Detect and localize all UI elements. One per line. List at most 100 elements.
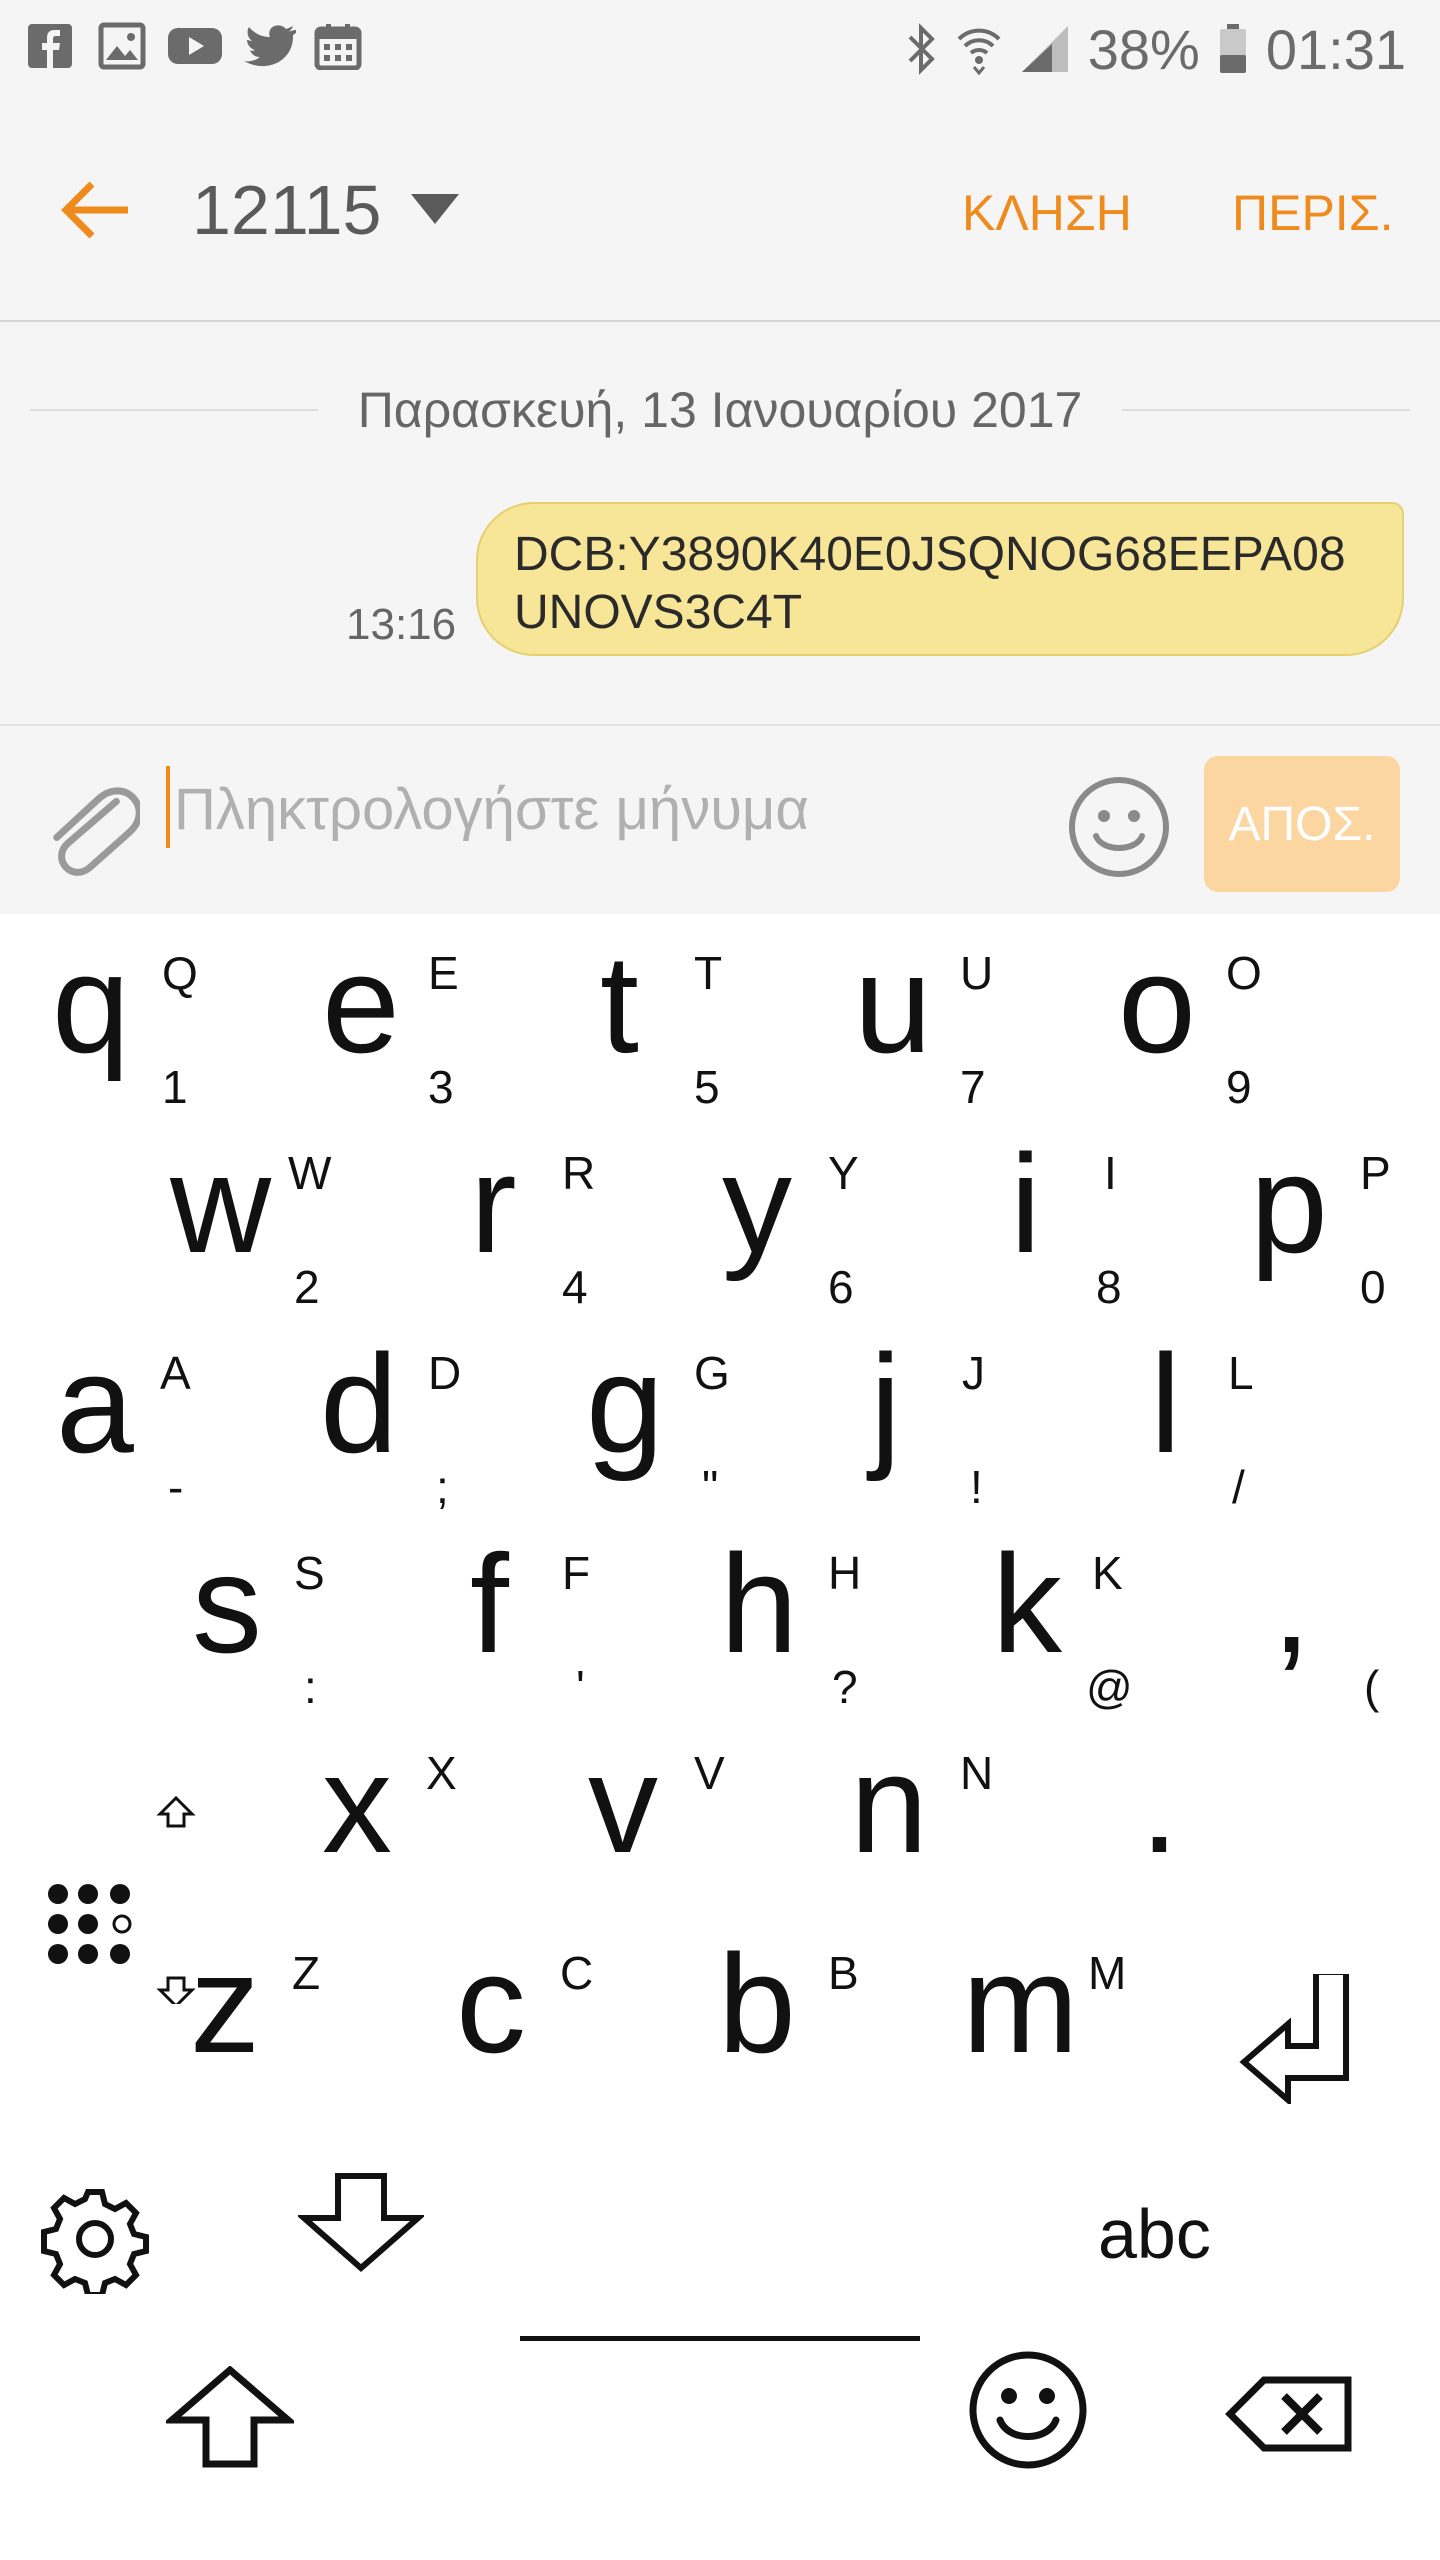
key-letter: p <box>1250 1125 1328 1282</box>
key-g[interactable]: g G " <box>586 1314 786 1511</box>
key-t[interactable]: t T 5 <box>600 914 800 1111</box>
emoji-icon[interactable] <box>1066 774 1172 880</box>
key-a[interactable]: aA - <box>56 1314 256 1511</box>
key-d[interactable]: d D; <box>320 1314 520 1511</box>
key-upper: N <box>960 1747 994 1799</box>
message-input[interactable] <box>172 768 1036 850</box>
key-z[interactable]: zZ <box>190 1914 390 2094</box>
key-j[interactable]: j J! <box>870 1314 1070 1511</box>
gallery-icon <box>98 22 146 70</box>
key-m[interactable]: mM <box>962 1914 1162 2094</box>
key-letter: k <box>992 1525 1062 1682</box>
key-upper: C <box>560 1947 594 1999</box>
emoji-icon[interactable] <box>966 2348 1090 2472</box>
youtube-icon <box>168 28 222 64</box>
key-upper: M <box>1088 1947 1127 1999</box>
key-letter: f <box>470 1525 509 1682</box>
key-alt: 2 <box>294 1261 320 1313</box>
backspace-icon[interactable] <box>1224 2374 1354 2454</box>
key-upper: K <box>1092 1547 1123 1599</box>
send-button[interactable]: ΑΠΟΣ. <box>1204 756 1400 892</box>
key-alt: ! <box>970 1461 983 1513</box>
key-upper: T <box>694 947 723 999</box>
enter-icon[interactable] <box>1236 1974 1356 2104</box>
signal-icon <box>1021 26 1068 72</box>
key-upper: G <box>694 1347 730 1399</box>
back-arrow-icon[interactable] <box>58 180 132 240</box>
key-alt: ? <box>832 1661 858 1713</box>
key-letter: z <box>190 1925 260 2082</box>
key-c[interactable]: cC <box>456 1914 656 2094</box>
spacebar[interactable] <box>520 2336 920 2341</box>
key-upper: O <box>1226 947 1262 999</box>
composer-bar: ΑΠΟΣ. <box>0 724 1440 916</box>
contact-selector[interactable]: 12115 <box>192 170 460 250</box>
key-letter: w <box>170 1125 272 1282</box>
key-alt: ( <box>1364 1661 1380 1713</box>
battery-percent: 38% <box>1087 17 1200 81</box>
key-letter: t <box>600 925 639 1082</box>
key-alt: 0 <box>1360 1261 1386 1313</box>
key-v[interactable]: vV <box>588 1714 788 1894</box>
key-upper: S <box>294 1547 325 1599</box>
key-alt: / <box>1232 1461 1245 1513</box>
key-h[interactable]: h H? <box>720 1514 920 1711</box>
key-b[interactable]: bB <box>718 1914 918 2094</box>
key-o[interactable]: oO 9 <box>1118 914 1318 1111</box>
attach-icon[interactable] <box>40 776 140 886</box>
key-letter: l <box>1150 1325 1182 1482</box>
key-letter: x <box>322 1725 392 1882</box>
key-p[interactable]: pP 0 <box>1250 1114 1440 1311</box>
key-upper: R <box>562 1147 596 1199</box>
key-letter: d <box>320 1325 398 1482</box>
key-letter: j <box>870 1325 902 1482</box>
key-e[interactable]: eE 3 <box>322 914 522 1111</box>
key-letter: i <box>1010 1125 1042 1282</box>
key-alt: - <box>168 1461 184 1513</box>
key-upper: W <box>288 1147 332 1199</box>
key-alt: ' <box>576 1661 585 1713</box>
message-bubble[interactable]: DCB:Y3890K40E0JSQNOG68EEPA08 UNOVS3C4T <box>476 502 1404 656</box>
more-button[interactable]: ΠΕΡΙΣ. <box>1232 184 1394 242</box>
call-button[interactable]: ΚΛΗΣΗ <box>962 184 1132 242</box>
key-upper: Z <box>292 1947 321 1999</box>
dropdown-triangle-icon <box>411 194 460 224</box>
key-upper: H <box>828 1547 862 1599</box>
key-u[interactable]: uU 7 <box>854 914 1054 1111</box>
settings-icon[interactable] <box>40 2184 150 2294</box>
wifi-icon <box>957 28 1001 75</box>
braille-dots-icon[interactable] <box>44 1784 214 2004</box>
key-letter: c <box>456 1925 526 2082</box>
key-q[interactable]: qQ 1 <box>52 914 252 1111</box>
key-r[interactable]: rR 4 <box>470 1114 670 1311</box>
date-separator: Παρασκευή, 13 Ιανουαρίου 2017 <box>30 380 1411 440</box>
key-w[interactable]: wW 2 <box>170 1114 370 1311</box>
key-period[interactable]: . <box>1140 1714 1340 1894</box>
key-upper: P <box>1360 1147 1391 1199</box>
key-letter: . <box>1140 1725 1179 1882</box>
key-x[interactable]: xX <box>322 1714 522 1894</box>
hide-keyboard-icon[interactable] <box>298 2172 424 2272</box>
key-alt: ; <box>436 1461 449 1513</box>
key-f[interactable]: f F ' <box>470 1514 670 1711</box>
contact-number: 12115 <box>192 171 382 249</box>
key-upper: Y <box>828 1147 859 1199</box>
key-n[interactable]: nN <box>850 1714 1050 1894</box>
key-i[interactable]: i I 8 <box>1010 1114 1210 1311</box>
key-s[interactable]: sS: <box>192 1514 392 1711</box>
key-alt: " <box>702 1461 719 1513</box>
key-l[interactable]: l L / <box>1150 1314 1350 1511</box>
key-y[interactable]: yY 6 <box>722 1114 922 1311</box>
keyboard: qQ1 eE3 tT5 uU7 oO9 wW2 rR4 yY6 iI8 pP0 … <box>0 914 1440 2560</box>
clock: 01:31 <box>1265 17 1406 81</box>
key-upper: E <box>428 947 459 999</box>
key-upper: X <box>426 1747 457 1799</box>
key-letter: s <box>192 1525 262 1682</box>
key-upper: J <box>962 1347 985 1399</box>
shift-icon[interactable] <box>166 2366 294 2470</box>
key-comma[interactable]: ,( <box>1272 1514 1440 1711</box>
key-k[interactable]: k K @ <box>992 1514 1192 1711</box>
mode-label[interactable]: abc <box>1098 2194 1211 2274</box>
key-letter: m <box>962 1925 1079 2082</box>
key-upper: Q <box>162 947 198 999</box>
